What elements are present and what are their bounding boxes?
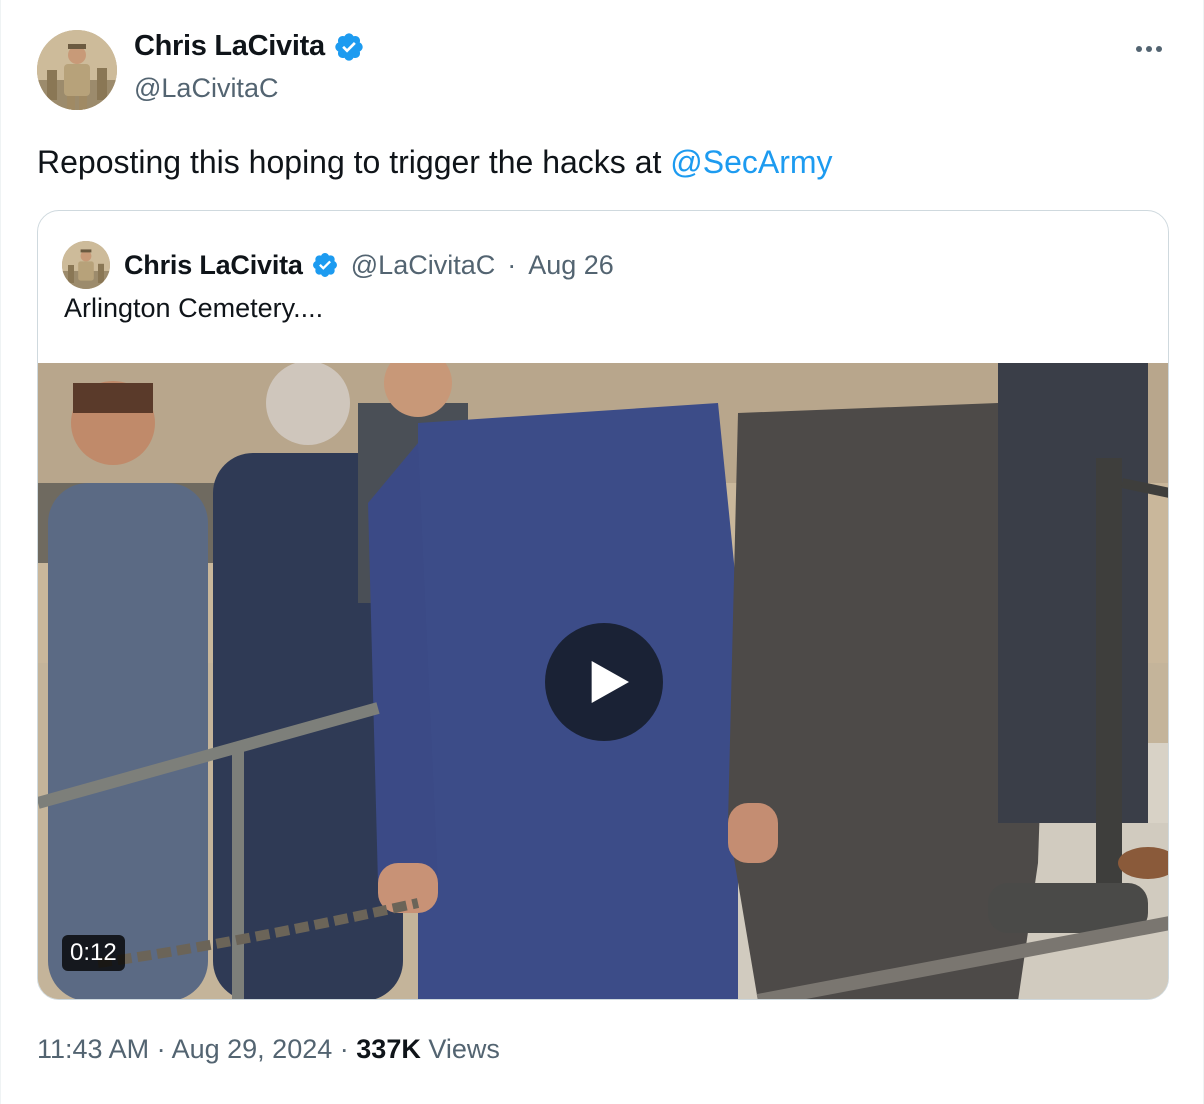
play-icon [591, 661, 629, 703]
quoted-tweet[interactable]: Chris LaCivita @LaCivitaC · Aug 26 Arlin… [37, 210, 1169, 1000]
meta-separator: · [156, 1034, 172, 1064]
avatar-photo [62, 241, 110, 289]
tweet-timestamp[interactable]: 11:43 AM [37, 1034, 149, 1064]
verified-badge-icon [333, 31, 365, 63]
author-name-row: Chris LaCivita [134, 30, 365, 63]
author-handle[interactable]: @LaCivitaC [134, 73, 278, 104]
tweet-date[interactable]: Aug 29, 2024 [172, 1034, 333, 1064]
quoted-tweet-date[interactable]: Aug 26 [528, 250, 614, 281]
views-label: Views [428, 1034, 500, 1064]
video-player[interactable]: 0:12 [38, 363, 1168, 999]
author-display-name[interactable]: Chris LaCivita [134, 30, 325, 63]
more-options-icon [1156, 46, 1162, 52]
tweet-text: Reposting this hoping to trigger the hac… [37, 140, 833, 184]
verified-badge-icon [311, 251, 339, 279]
more-options-button[interactable] [1129, 34, 1169, 64]
quoted-tweet-header: Chris LaCivita @LaCivitaC · Aug 26 [62, 241, 614, 289]
quoted-author-display-name[interactable]: Chris LaCivita [124, 250, 303, 281]
more-options-icon [1136, 46, 1142, 52]
meta-separator: · [507, 249, 517, 280]
play-button[interactable] [545, 623, 663, 741]
more-options-icon [1146, 46, 1152, 52]
author-avatar[interactable] [37, 30, 117, 110]
avatar-photo [37, 30, 117, 110]
meta-separator: · [339, 1034, 357, 1064]
video-duration: 0:12 [62, 935, 125, 971]
mention-link[interactable]: @SecArmy [670, 144, 832, 180]
views-count[interactable]: 337K [356, 1034, 421, 1064]
quoted-author-handle[interactable]: @LaCivitaC [351, 250, 495, 281]
tweet-footer: 11:43 AM · Aug 29, 2024 · 337K Views [37, 1034, 500, 1065]
tweet-card: Chris LaCivita @LaCivitaC Reposting this… [0, 0, 1204, 1104]
quoted-tweet-text: Arlington Cemetery.... [64, 293, 324, 323]
quoted-author-avatar[interactable] [62, 241, 110, 289]
tweet-text-body: Reposting this hoping to trigger the hac… [37, 144, 671, 180]
